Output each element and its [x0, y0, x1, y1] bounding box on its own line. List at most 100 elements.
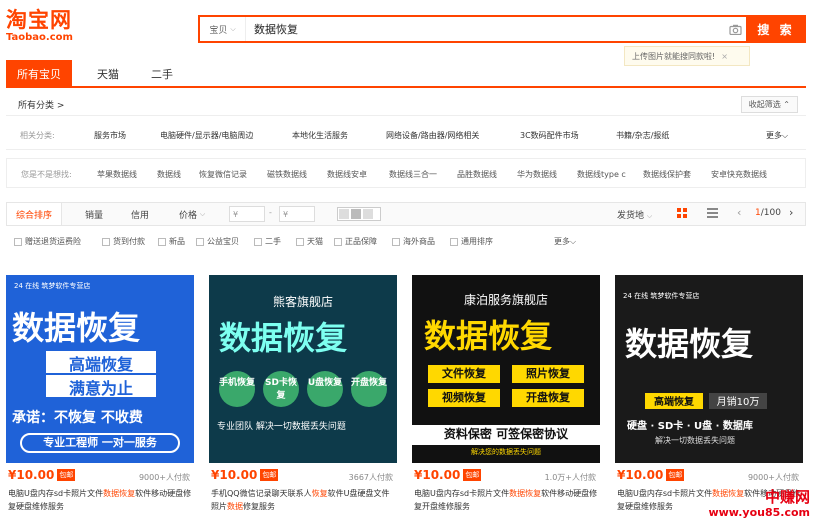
store-name: 康泊服务旗舰店: [463, 293, 548, 307]
product-image[interactable]: 熊客旗舰店 数据恢复 手机恢复 SD卡恢复 U盘恢复 开盘恢复 专业团队 解决一…: [209, 275, 397, 463]
related-item[interactable]: 3C数码配件市场: [520, 130, 579, 141]
total-pages: /100: [760, 208, 781, 218]
sort-sales[interactable]: 销量: [85, 203, 103, 225]
filter-checkbox[interactable]: 公益宝贝: [196, 236, 239, 247]
suggestion-item[interactable]: 数据线保护套: [643, 169, 691, 180]
suggestion-item[interactable]: 数据线三合一: [389, 169, 437, 180]
related-item[interactable]: 服务市场: [94, 130, 126, 141]
filter-checkbox[interactable]: 正品保障: [334, 236, 377, 247]
search-scope-select[interactable]: 宝贝 ⌵: [200, 17, 246, 41]
suggestion-item[interactable]: 安卓快充数据线: [711, 169, 767, 180]
suggestion-item[interactable]: 华为数据线: [517, 169, 557, 180]
list-view-icon[interactable]: [707, 208, 718, 219]
suggestion-item[interactable]: 恢复微信记录: [199, 169, 247, 180]
free-shipping-badge: 包邮: [666, 469, 685, 481]
sort-default[interactable]: 综合排序: [7, 203, 63, 225]
product-title[interactable]: 电脑U盘内存sd卡照片文件数据恢复软件移动硬盘修复硬盘维修服务: [8, 487, 192, 513]
title-text: 电脑U盘内存sd卡照片文件: [8, 489, 104, 498]
ship-from-select[interactable]: 发货地 ⌵: [617, 208, 652, 221]
sort-price-label: 价格: [179, 210, 198, 221]
product-card[interactable]: 24 在线 筑梦软件专营店 数据恢复 高端恢复 满意为止 承诺：不恢复 不收费 …: [6, 275, 194, 524]
product-title[interactable]: 手机QQ微信记录聊天联系人恢复软件U盘硬盘文件照片数据修复服务: [211, 487, 395, 513]
suggestion-item[interactable]: 数据线安卓: [327, 169, 367, 180]
free-shipping-badge: 包邮: [57, 469, 76, 481]
product-tagline: 解决一切数据丢失问题: [655, 436, 735, 445]
store-name: 24 在线 筑梦软件专营店: [623, 292, 700, 300]
filter-checkbox[interactable]: 赠送退货运费险: [14, 236, 81, 247]
filter-checkbox[interactable]: 货到付款: [102, 236, 145, 247]
related-more-button[interactable]: 更多⌵: [766, 130, 788, 141]
search-button[interactable]: 搜 索: [746, 15, 806, 43]
filter-checkbox[interactable]: 天猫: [296, 236, 323, 247]
collapse-filters-button[interactable]: 收起筛选 ⌃: [740, 96, 798, 113]
checkbox[interactable]: [14, 237, 22, 246]
watermark-name: 中赚网: [764, 488, 810, 506]
filter-checkbox[interactable]: 二手: [254, 236, 281, 247]
search-input[interactable]: 数据恢复: [246, 21, 724, 37]
view-density-toggle[interactable]: [337, 207, 381, 221]
breadcrumb-label: 所有分类: [18, 101, 55, 111]
price-value: ¥10.00: [414, 468, 461, 482]
store-name: 熊客旗舰店: [272, 295, 333, 309]
product-headline: 数据恢复: [625, 325, 754, 363]
prev-page-icon[interactable]: ‹: [737, 206, 741, 219]
breadcrumb-all-categories[interactable]: 所有分类 >: [18, 98, 64, 111]
more-label: 更多: [766, 131, 782, 140]
suggestion-item[interactable]: 品胜数据线: [457, 169, 497, 180]
product-card[interactable]: 康泊服务旗舰店 数据恢复 文件恢复 照片恢复 视频恢复 开盘恢复 资料保密 可签…: [412, 275, 600, 524]
product-headline: 数据恢复: [219, 319, 348, 357]
filter-checkbox[interactable]: 新品: [158, 236, 185, 247]
suggestion-item[interactable]: 磁铁数据线: [267, 169, 307, 180]
checkbox[interactable]: [196, 237, 204, 246]
tab-all[interactable]: 所有宝贝: [6, 60, 72, 88]
breadcrumb: 所有分类 > 收起筛选 ⌃: [6, 94, 806, 116]
tab-tmall[interactable]: 天猫: [84, 60, 132, 88]
checkbox[interactable]: [296, 237, 304, 246]
suggestion-item[interactable]: 数据线type c: [577, 169, 626, 180]
checkbox[interactable]: [392, 237, 400, 246]
chevron-down-icon: ⌵: [199, 209, 206, 218]
checkbox[interactable]: [334, 237, 342, 246]
service-circle: 手机恢复: [219, 371, 255, 407]
product-title[interactable]: 电脑U盘内存sd卡照片文件数据恢复软件移动硬盘修复开盘维修服务: [414, 487, 598, 513]
did-you-mean: 您是不是想找: 苹果数据线 数据线 恢复微信记录 磁铁数据线 数据线安卓 数据线…: [6, 158, 806, 188]
product-tagline: 资料保密 可签保密协议: [412, 425, 600, 445]
related-item[interactable]: 电脑硬件/显示器/电脑周边: [160, 130, 253, 141]
product-card[interactable]: 熊客旗舰店 数据恢复 手机恢复 SD卡恢复 U盘恢复 开盘恢复 专业团队 解决一…: [209, 275, 397, 524]
buyer-count: 3667人付款: [348, 473, 393, 482]
price-max-input[interactable]: ¥: [279, 206, 315, 222]
suggestion-item[interactable]: 苹果数据线: [97, 169, 137, 180]
filter-label: 公益宝贝: [207, 237, 239, 246]
filter-label: 通用排序: [461, 237, 493, 246]
product-image[interactable]: 24 在线 筑梦软件专营店 数据恢复 高端恢复 月销10万 硬盘 · SD卡 ·…: [615, 275, 803, 463]
sort-credit[interactable]: 信用: [131, 203, 149, 225]
grid-view-icon[interactable]: [677, 208, 688, 219]
suggestion-item[interactable]: 数据线: [157, 169, 181, 180]
filter-checkbox[interactable]: 通用排序: [450, 236, 493, 247]
product-image[interactable]: 康泊服务旗舰店 数据恢复 文件恢复 照片恢复 视频恢复 开盘恢复 资料保密 可签…: [412, 275, 600, 463]
checkbox[interactable]: [102, 237, 110, 246]
checkbox[interactable]: [158, 237, 166, 246]
product-headline: 数据恢复: [424, 317, 553, 355]
product-headline: 数据恢复: [12, 309, 141, 347]
title-highlight: 数据: [227, 502, 243, 511]
price-min-input[interactable]: ¥: [229, 206, 265, 222]
product-price: ¥10.00 包邮: [211, 468, 279, 482]
related-item[interactable]: 本地化生活服务: [292, 130, 348, 141]
service-box: 文件恢复: [428, 365, 500, 383]
filters-more-button[interactable]: 更多 ⌵: [554, 236, 576, 247]
related-item[interactable]: 书籍/杂志/报纸: [616, 130, 669, 141]
taobao-logo[interactable]: 淘宝网 Taobao.com: [6, 8, 96, 50]
tab-secondhand[interactable]: 二手: [138, 60, 186, 88]
related-categories: 相关分类: 服务市场 电脑硬件/显示器/电脑周边 本地化生活服务 网络设备/路由…: [6, 120, 806, 150]
related-item[interactable]: 网络设备/路由器/网络相关: [386, 130, 479, 141]
checkbox[interactable]: [450, 237, 458, 246]
service-circle: 开盘恢复: [351, 371, 387, 407]
next-page-icon[interactable]: ›: [789, 206, 793, 219]
product-line: 高端恢复: [46, 351, 156, 374]
checkbox[interactable]: [254, 237, 262, 246]
filter-checkbox[interactable]: 海外商品: [392, 236, 435, 247]
product-image[interactable]: 24 在线 筑梦软件专营店 数据恢复 高端恢复 满意为止 承诺：不恢复 不收费 …: [6, 275, 194, 463]
sort-price[interactable]: 价格 ⌵: [179, 203, 205, 225]
camera-icon[interactable]: [724, 17, 746, 41]
